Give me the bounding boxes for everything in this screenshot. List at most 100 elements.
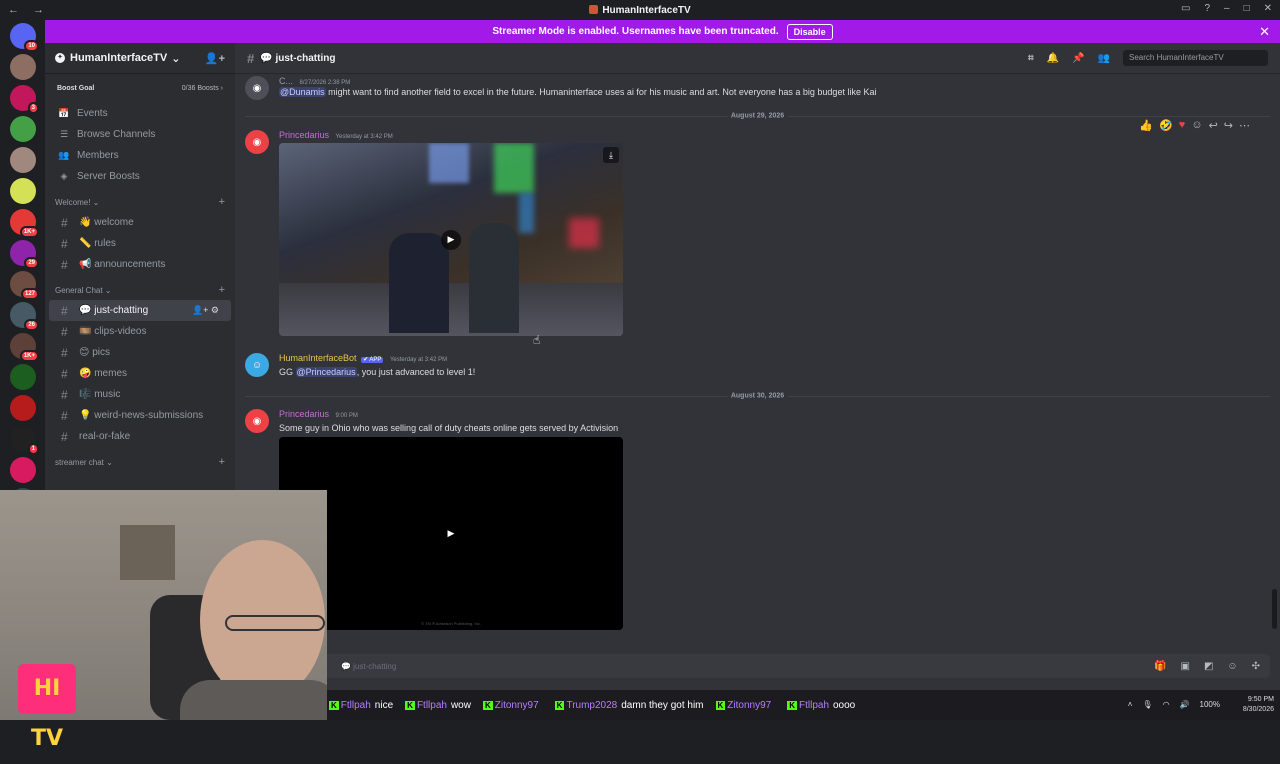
threads-icon[interactable]: ⌗ — [1028, 53, 1034, 64]
volume-icon[interactable]: 🔊 — [1180, 700, 1190, 709]
date-divider: August 29, 2026 — [245, 112, 1270, 120]
emoji-icon[interactable]: ☺ — [1227, 661, 1237, 672]
more-icon[interactable]: ⋯ — [1239, 119, 1250, 132]
server-icon[interactable] — [10, 116, 36, 142]
gift-icon[interactable]: 🎁 — [1154, 661, 1166, 672]
channel-item[interactable]: # 📢 announcements — [49, 254, 231, 275]
channel-item[interactable]: # 💡 weird-news-submissions — [49, 405, 231, 426]
channel-item[interactable]: # 🎼 music — [49, 384, 231, 405]
add-channel-icon[interactable]: + — [219, 284, 225, 296]
reply-icon[interactable]: ↩ — [1209, 119, 1218, 132]
disable-button[interactable]: Disable — [786, 23, 833, 40]
mention[interactable]: @Princedarius — [295, 367, 357, 377]
notification-badge: 10 — [24, 40, 39, 52]
server-icon[interactable]: 1K+ — [10, 333, 39, 362]
maximize-icon[interactable]: □ — [1244, 3, 1250, 14]
play-icon[interactable]: ▶ — [441, 229, 461, 250]
mouse-cursor-icon: ☝ — [533, 333, 541, 347]
notification-badge: 127 — [20, 288, 39, 300]
channel-label: 📢 announcements — [79, 259, 166, 270]
server-icon[interactable]: 29 — [10, 240, 39, 269]
heart-icon[interactable]: ♥ — [1179, 119, 1186, 132]
server-icon[interactable]: 1K+ — [10, 209, 39, 238]
members-icon[interactable]: 👥 — [1098, 53, 1110, 64]
add-channel-icon[interactable]: + — [219, 196, 225, 208]
channel-item[interactable]: # real-or-fake — [49, 426, 231, 447]
play-icon[interactable]: ▶ — [441, 523, 461, 544]
server-icon[interactable]: 127 — [10, 271, 39, 300]
server-icon[interactable] — [10, 395, 36, 421]
server-icon[interactable] — [10, 364, 36, 390]
search-input[interactable]: Search HumanInterfaceTV — [1123, 50, 1268, 66]
channel-header: # 💬 just-chatting ⌗ 🔔 📌 👥 Search HumanIn… — [235, 43, 1280, 73]
add-reaction-icon[interactable]: ☺ — [1191, 119, 1202, 132]
back-icon[interactable]: ← — [8, 4, 19, 16]
server-icon[interactable] — [10, 457, 36, 483]
mic-icon[interactable]: 🎙 — [1142, 700, 1152, 709]
server-icon[interactable] — [10, 54, 36, 80]
channel-item[interactable]: # 👋 welcome — [49, 212, 231, 233]
gif-icon[interactable]: ▣ — [1180, 661, 1189, 672]
forward-icon[interactable]: → — [33, 4, 44, 16]
download-icon[interactable]: ⤓ — [603, 147, 619, 163]
invite-icon[interactable]: 👤+ — [205, 52, 225, 65]
server-icon[interactable]: 26 — [10, 302, 39, 331]
sidebar-item-icon: 📅 — [58, 108, 70, 118]
notification-badge: 1K+ — [19, 226, 39, 238]
thumbs-up-icon[interactable]: 👍 — [1139, 119, 1153, 132]
channel-item[interactable]: # 💬 just-chatting 👤+ ⚙ — [49, 300, 231, 321]
sidebar-item-events[interactable]: 📅 Events — [45, 103, 235, 124]
help-icon[interactable]: ? — [1204, 3, 1210, 14]
boost-goal[interactable]: Boost Goal 0/36 Boosts › — [51, 77, 229, 99]
hash-icon: # — [61, 324, 68, 339]
server-icon[interactable]: 10 — [10, 23, 39, 52]
kick-icon: K — [554, 701, 565, 710]
channel-category[interactable]: Welcome! ⌄ + — [45, 192, 235, 212]
clock[interactable]: 9:50 PM 8/30/2026 — [1243, 695, 1274, 715]
server-icon[interactable]: 3 — [10, 85, 39, 114]
channel-item[interactable]: # 📏 rules — [49, 233, 231, 254]
video-attachment[interactable]: ▶ © TM ® Activision Publishing, Inc. — [279, 437, 623, 630]
server-icon[interactable]: 1 — [10, 426, 39, 455]
author-name[interactable]: C... — [279, 76, 293, 86]
video-attachment[interactable]: ▶ ⤓ — [279, 143, 623, 336]
close-banner-icon[interactable]: ✕ — [1259, 24, 1270, 40]
apps-icon[interactable]: ✣ — [1252, 661, 1260, 672]
channel-category[interactable]: General Chat ⌄ + — [45, 280, 235, 300]
channel-settings-icon[interactable]: 👤+ ⚙ — [192, 305, 219, 316]
pin-icon[interactable]: 📌 — [1072, 53, 1084, 64]
laugh-icon[interactable]: 🤣 — [1159, 119, 1173, 132]
author-name[interactable]: Princedarius — [279, 130, 329, 140]
inbox-icon[interactable]: ▭ — [1181, 3, 1190, 14]
chatter-text: oooo — [833, 700, 856, 711]
scrollbar[interactable] — [1272, 589, 1277, 629]
mention[interactable]: @Dunamis — [279, 87, 326, 97]
channel-label: real-or-fake — [79, 431, 131, 442]
message-input[interactable]: 💬 just-chatting 🎁 ▣ ◩ ☺ ✣ — [245, 654, 1270, 678]
server-icon[interactable] — [10, 178, 36, 204]
sidebar-item-server-boosts[interactable]: ◈ Server Boosts — [45, 166, 235, 187]
chevron-up-icon[interactable]: ˄ — [1128, 700, 1133, 709]
add-channel-icon[interactable]: + — [219, 456, 225, 468]
sidebar-item-members[interactable]: 👥 Members — [45, 145, 235, 166]
notification-badge: 3 — [27, 102, 39, 114]
forward-icon[interactable]: ↪ — [1224, 119, 1233, 132]
channel-item[interactable]: # 🤪 memes — [49, 363, 231, 384]
author-name[interactable]: Princedarius — [279, 409, 329, 419]
guild-header[interactable]: ✦ HumanInterfaceTV ⌄ 👤+ — [45, 43, 235, 73]
sticker-icon[interactable]: ◩ — [1204, 661, 1213, 672]
wifi-icon[interactable]: ◠ — [1163, 700, 1170, 709]
bell-icon[interactable]: 🔔 — [1047, 53, 1059, 64]
channel-label: 💬 just-chatting — [79, 305, 149, 316]
boost-count: 0/36 Boosts — [181, 84, 219, 92]
window-title: HumanInterfaceTV — [0, 4, 1280, 16]
close-window-icon[interactable]: ✕ — [1264, 3, 1272, 14]
channel-category[interactable]: streamer chat ⌄ + — [45, 452, 235, 472]
channel-item[interactable]: # 🎞️ clips-videos — [49, 321, 231, 342]
server-icon[interactable] — [10, 147, 36, 173]
minimize-icon[interactable]: – — [1224, 3, 1230, 14]
sidebar-item-browse-channels[interactable]: ☰ Browse Channels — [45, 124, 235, 145]
author-name[interactable]: HumanInterfaceBot — [279, 353, 357, 363]
hash-icon: # — [61, 215, 68, 230]
channel-item[interactable]: # 😊 pics — [49, 342, 231, 363]
